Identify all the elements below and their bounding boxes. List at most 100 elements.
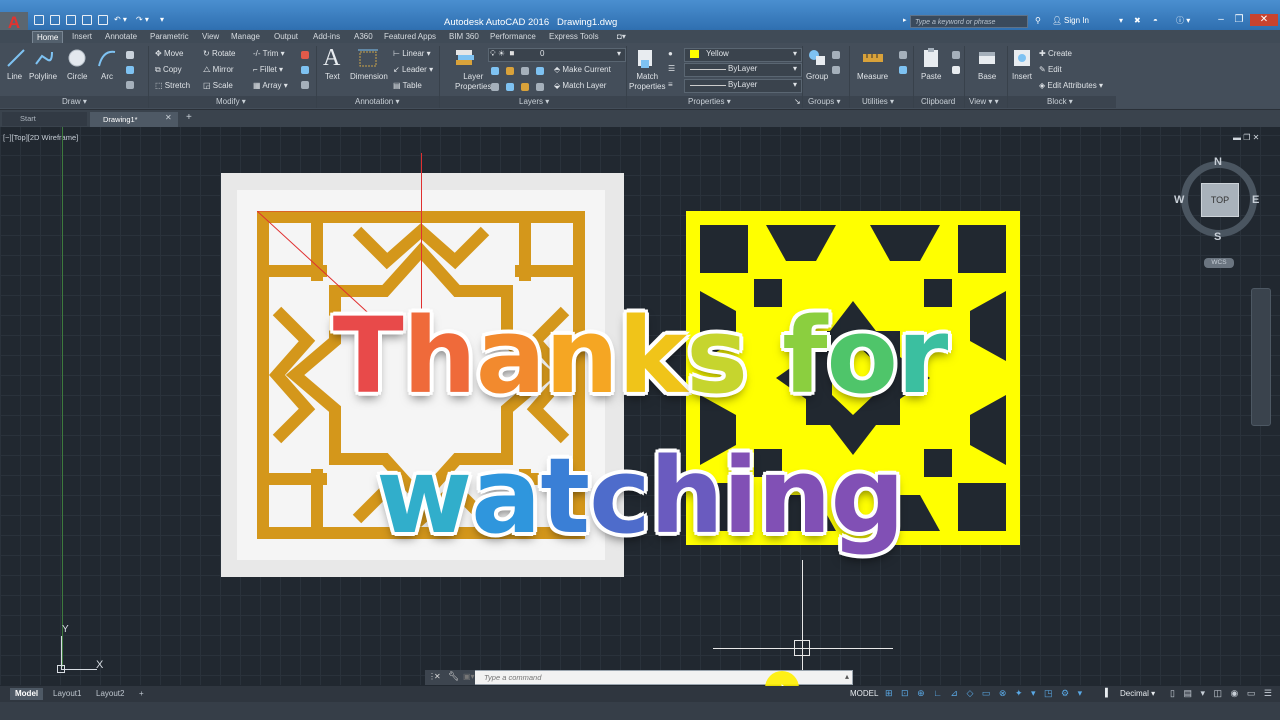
group-icon[interactable] <box>807 47 827 71</box>
arc-icon[interactable] <box>97 48 117 70</box>
tab-featured-apps[interactable]: Featured Apps <box>384 31 436 42</box>
erase-icon[interactable] <box>301 51 309 59</box>
lineweight-dropdown-arrow-icon[interactable]: ▾ <box>793 80 797 89</box>
measure-button[interactable]: Measure <box>857 72 888 81</box>
text-button[interactable]: Text <box>325 72 340 81</box>
new-tab-icon[interactable]: + <box>186 112 192 123</box>
viewcube-east[interactable]: E <box>1252 194 1259 206</box>
layer-dropdown-arrow-icon[interactable]: ▾ <box>617 49 621 58</box>
sign-in-dropdown-icon[interactable]: ▾ <box>1119 16 1123 25</box>
make-current-button[interactable]: ⬘ Make Current <box>554 65 611 74</box>
viewcube-top-face[interactable]: TOP <box>1201 183 1239 217</box>
layer-tool-icon[interactable] <box>521 67 529 75</box>
save-icon[interactable] <box>66 15 76 25</box>
search-input[interactable]: Type a keyword or phrase <box>910 15 1028 28</box>
move-button[interactable]: ✥ Move <box>155 49 184 58</box>
array-button[interactable]: ▦ Array ▾ <box>253 81 288 90</box>
id-point-icon[interactable] <box>899 51 907 59</box>
table-button[interactable]: ▤ Table <box>393 81 422 90</box>
cut-icon[interactable] <box>952 51 960 59</box>
open-icon[interactable] <box>50 15 60 25</box>
insert-block-icon[interactable] <box>1012 48 1032 70</box>
stretch-button[interactable]: ⬚ Stretch <box>155 81 190 90</box>
tab-manage[interactable]: Manage <box>231 31 260 42</box>
status-tray-icons[interactable]: ▯ ▤ ▾ ◫ ◉ ▭ ☰ <box>1170 688 1275 699</box>
group-edit-icon[interactable] <box>832 66 840 74</box>
command-expand-icon[interactable]: ▴ <box>845 672 849 681</box>
tab-insert[interactable]: Insert <box>72 31 92 42</box>
expand-search-icon[interactable]: ▸ <box>903 16 907 24</box>
viewcube-north[interactable]: N <box>1214 156 1222 168</box>
arc-button[interactable]: Arc <box>101 72 113 81</box>
redo-icon[interactable]: ↷ ▾ <box>136 15 149 24</box>
tab-layout2[interactable]: Layout2 <box>91 688 129 700</box>
fillet-button[interactable]: ⌐ Fillet ▾ <box>253 65 283 74</box>
properties-panel-title[interactable]: Properties ▾ <box>688 97 731 106</box>
ungroup-icon[interactable] <box>832 51 840 59</box>
navigation-bar[interactable] <box>1251 288 1271 426</box>
region-icon[interactable] <box>126 81 134 89</box>
layer-tool-icon[interactable] <box>536 83 544 91</box>
mirror-button[interactable]: ⧍ Mirror <box>203 65 234 75</box>
save-as-icon[interactable] <box>82 15 92 25</box>
qat-dropdown-icon[interactable]: ▾ <box>160 15 164 24</box>
line-button[interactable]: Line <box>7 72 22 81</box>
circle-button[interactable]: Circle <box>67 72 87 81</box>
layer-tool-icon[interactable] <box>536 67 544 75</box>
explode-icon[interactable] <box>301 66 309 74</box>
tab-model[interactable]: Model <box>10 688 44 700</box>
layer-properties-icon[interactable] <box>454 48 476 72</box>
layers-panel-title[interactable]: Layers ▾ <box>519 97 549 106</box>
base-button[interactable]: Base <box>978 72 996 81</box>
color-dropdown[interactable] <box>684 48 802 62</box>
line-icon[interactable] <box>6 48 26 70</box>
units-dropdown[interactable]: Decimal ▾ <box>1120 689 1155 698</box>
add-layout-icon[interactable]: + <box>134 688 149 700</box>
tab-output[interactable]: Output <box>274 31 298 42</box>
modify-panel-title[interactable]: Modify ▾ <box>216 97 246 106</box>
tab-view[interactable]: View <box>202 31 219 42</box>
groups-panel-title[interactable]: Groups ▾ <box>808 97 840 106</box>
close-icon[interactable]: ✕ <box>1250 14 1278 26</box>
undo-icon[interactable]: ↶ ▾ <box>114 15 127 24</box>
close-tab-icon[interactable]: ✕ <box>165 113 172 122</box>
layer-tool-icon[interactable] <box>506 83 514 91</box>
measure-icon[interactable] <box>862 48 884 70</box>
quick-calc-icon[interactable] <box>899 66 907 74</box>
match-layer-button[interactable]: ⬙ Match Layer <box>554 81 606 90</box>
linetype-dropdown-arrow-icon[interactable]: ▾ <box>793 64 797 73</box>
edit-block-button[interactable]: ✎ Edit <box>1039 65 1062 74</box>
tab-bim-360[interactable]: BIM 360 <box>449 31 479 42</box>
viewcube-west[interactable]: W <box>1174 194 1184 206</box>
hatch-icon[interactable] <box>126 66 134 74</box>
viewport-controls-label[interactable]: [−][Top][2D Wireframe] <box>3 133 78 142</box>
wcs-menu[interactable]: WCS <box>1204 258 1234 268</box>
draw-panel-title[interactable]: Draw ▾ <box>62 97 87 106</box>
a360-icon[interactable]: ◓ <box>1153 16 1158 25</box>
annotation-panel-title[interactable]: Annotation ▾ <box>355 97 400 106</box>
drafting-aids-icons[interactable]: ⊞ ⊡ ⊕ ∟ ⊿ ◇ ▭ ⊗ ✦ ▾ ◳ ⚙ ▾ <box>885 688 1085 699</box>
command-close-icon[interactable]: ✕ <box>434 672 441 681</box>
tab-performance[interactable]: Performance <box>490 31 536 42</box>
command-customize-icon[interactable]: 🔧︎ <box>448 671 459 682</box>
paste-icon[interactable] <box>922 47 942 71</box>
layer-tool-icon[interactable] <box>521 83 529 91</box>
circle-icon[interactable] <box>67 48 87 70</box>
dimension-icon[interactable] <box>357 48 379 72</box>
text-icon[interactable]: A <box>323 45 340 72</box>
linear-button[interactable]: ⊢ Linear ▾ <box>393 49 431 58</box>
rotate-button[interactable]: ↻ Rotate <box>203 49 236 58</box>
tab-a360[interactable]: A360 <box>354 31 373 42</box>
layer-tool-icon[interactable] <box>491 83 499 91</box>
viewport-window-controls[interactable]: ▬ ❐ ✕ <box>1233 133 1259 142</box>
properties-launcher-icon[interactable]: ↘ <box>794 97 801 106</box>
insert-button[interactable]: Insert <box>1012 72 1032 81</box>
tab-express-tools[interactable]: Express Tools <box>549 31 599 42</box>
scale-button[interactable]: ◲ Scale <box>203 81 233 90</box>
new-icon[interactable] <box>34 15 44 25</box>
copy-clip-icon[interactable] <box>952 66 960 74</box>
tab-annotate[interactable]: Annotate <box>105 31 137 42</box>
sign-in-button[interactable]: Sign In <box>1064 16 1089 25</box>
dimension-button[interactable]: Dimension <box>350 72 388 81</box>
tab-parametric[interactable]: Parametric <box>150 31 189 42</box>
